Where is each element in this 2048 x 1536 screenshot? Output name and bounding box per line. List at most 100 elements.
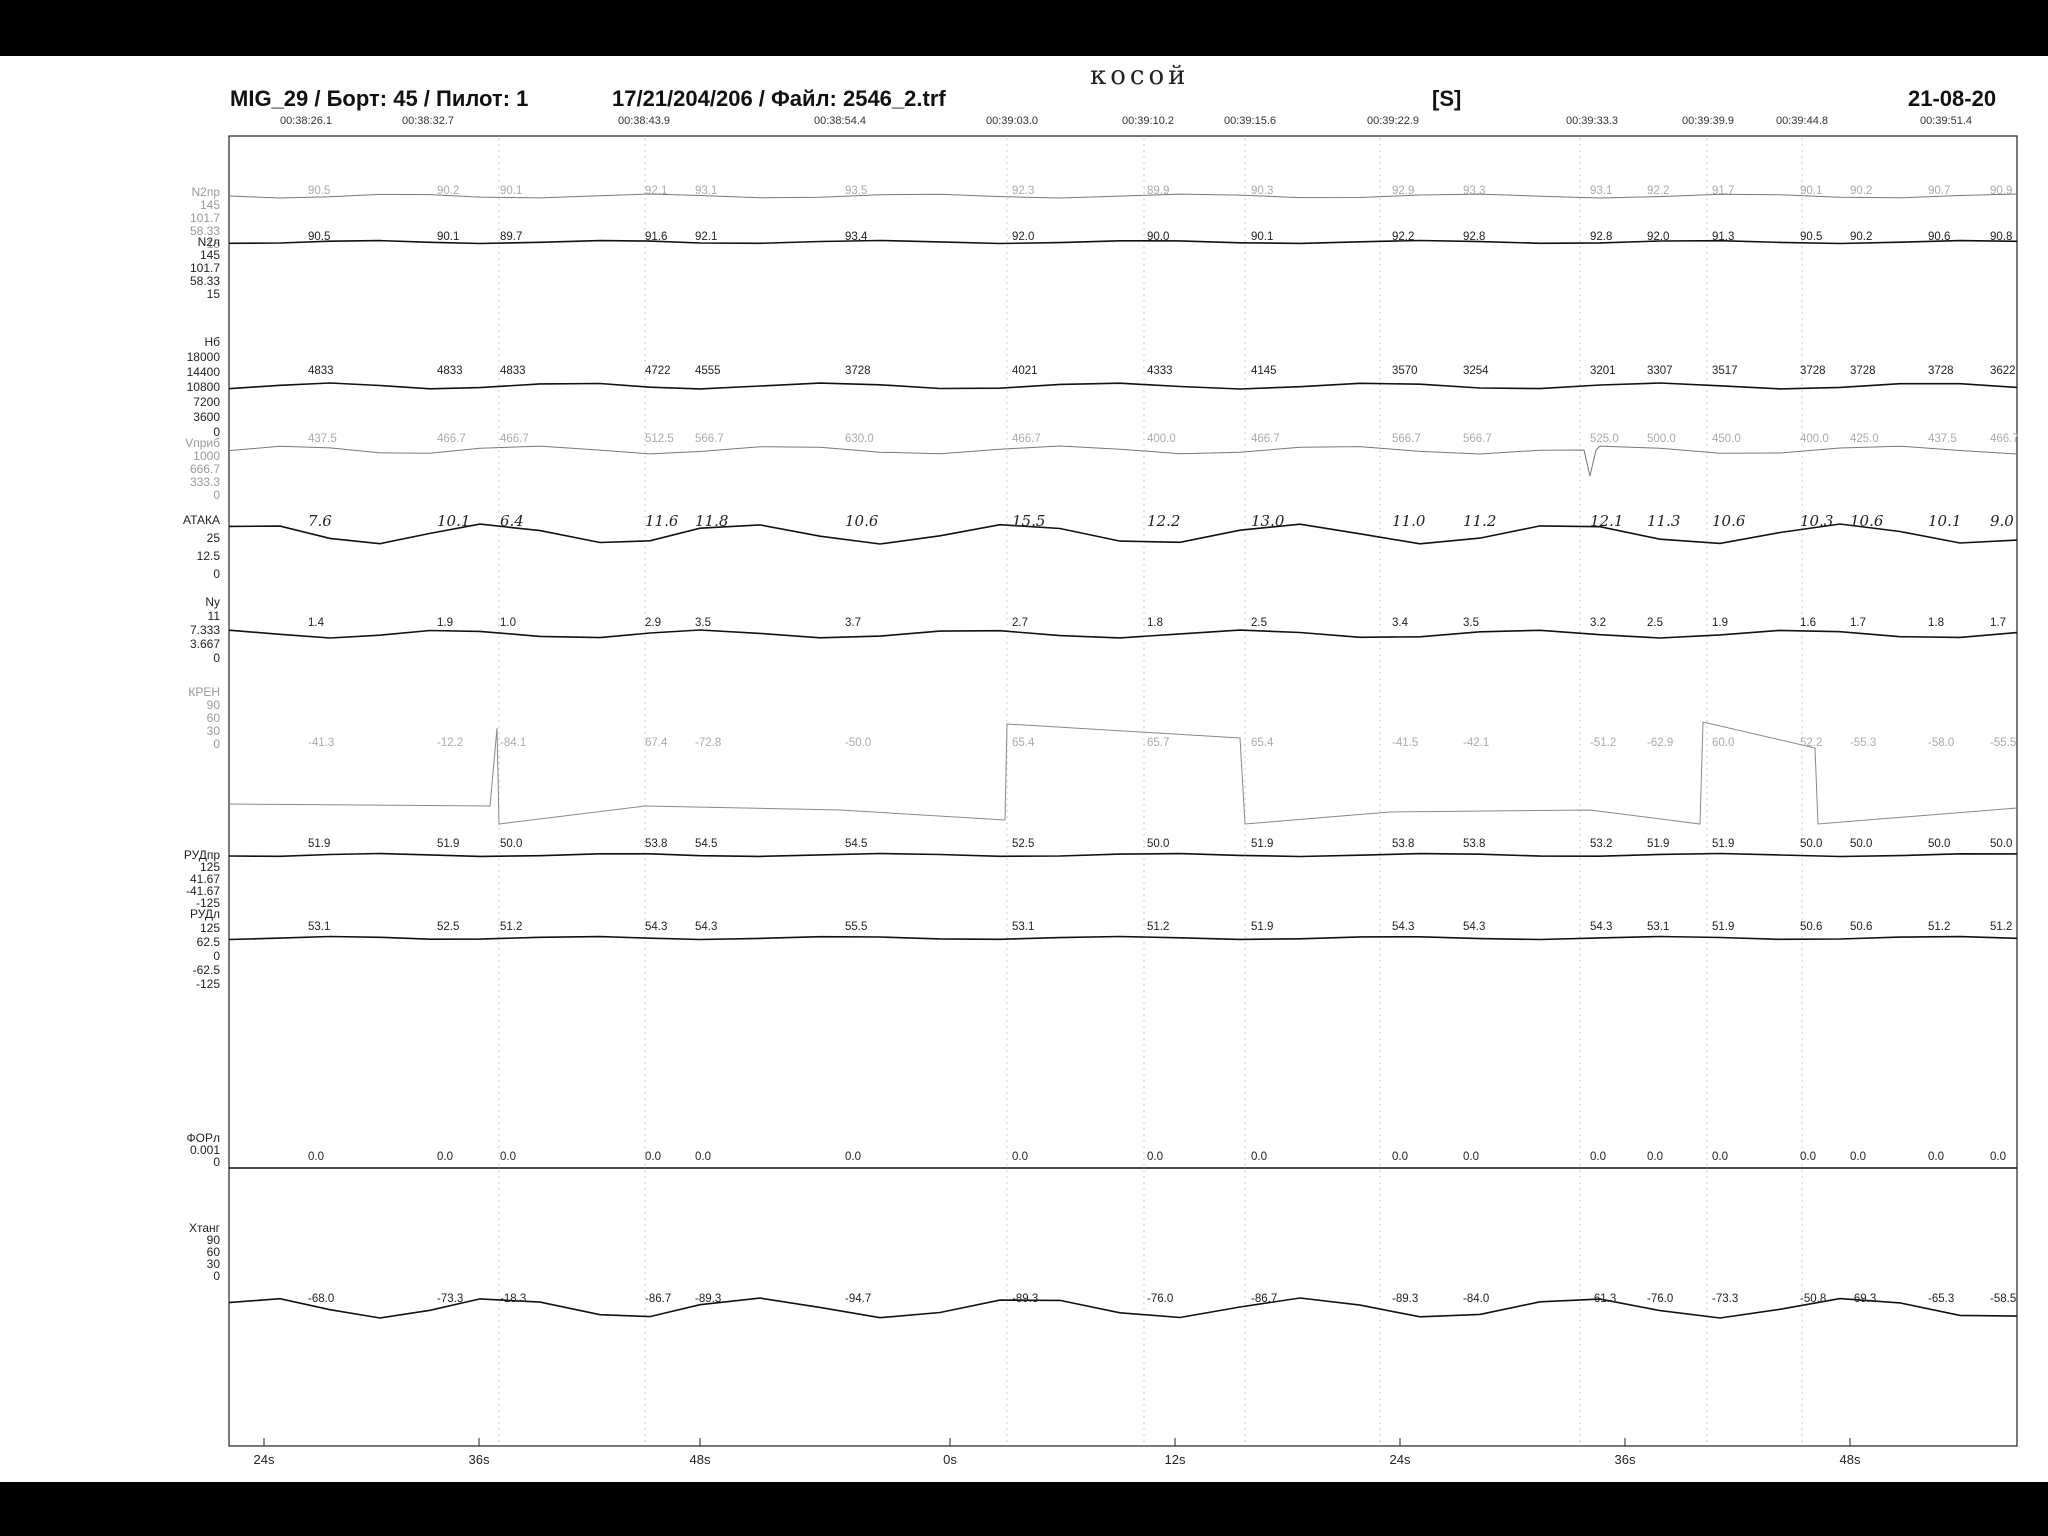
value-annotation: 53.1: [308, 921, 330, 933]
value-annotation: 51.9: [1712, 921, 1734, 933]
value-annotation: 53.1: [1647, 921, 1669, 933]
value-annotation: 54.5: [845, 838, 867, 850]
value-annotation: 3.4: [1392, 617, 1409, 629]
track-Vprib: Vприб1000666.7333.30 437.5 466.7 466.7 512.5…: [185, 433, 2019, 502]
value-annotation: -72.8: [695, 737, 721, 749]
value-annotation: 51.2: [1928, 921, 1950, 933]
x-tick-label: 48s: [690, 1452, 711, 1467]
scale-tick: 7.333: [190, 623, 220, 637]
scale-tick: 7200: [193, 395, 220, 409]
value-annotation: -51.2: [1590, 737, 1616, 749]
scale-tick: 0: [213, 488, 220, 502]
scale-tick: 25: [207, 531, 221, 545]
vertical-gridlines: [498, 138, 1803, 1444]
scale-tick: 0: [213, 651, 220, 665]
aircraft-title: MIG_29 / Борт: 45 / Пилот: 1: [230, 86, 528, 111]
value-annotation: 1.9: [1712, 617, 1728, 629]
value-annotation: 92.0: [1647, 231, 1669, 243]
track-label: АТАКА: [183, 513, 220, 527]
value-annotation: 3.7: [845, 617, 861, 629]
value-annotation: 50.0: [1800, 838, 1822, 850]
value-annotation: 91.6: [645, 231, 667, 243]
value-annotation: 437.5: [308, 433, 337, 445]
time-stamp: 00:39:22.9: [1367, 115, 1419, 127]
value-annotation: 10.6: [845, 512, 879, 530]
value-annotation: 89.9: [1147, 185, 1169, 197]
value-annotation: 51.9: [308, 838, 330, 850]
value-annotation: 50.0: [1990, 838, 2012, 850]
value-annotation: 90.5: [308, 185, 330, 197]
value-annotation: 1.8: [1147, 617, 1163, 629]
value-annotation: -89.3: [1012, 1293, 1038, 1305]
time-stamp: 00:38:32.7: [402, 115, 454, 127]
value-annotation: 10.6: [1712, 512, 1746, 530]
value-annotation: 3.5: [695, 617, 711, 629]
value-annotation: 90.1: [1251, 231, 1273, 243]
value-annotation: 0.0: [500, 1151, 516, 1163]
value-annotation: 10.3: [1800, 512, 1833, 530]
value-annotation: -89.3: [695, 1293, 721, 1305]
value-annotation: 54.3: [1392, 921, 1414, 933]
value-annotation: 7.6: [308, 512, 332, 530]
value-annotation: 0.0: [308, 1151, 324, 1163]
value-annotation: 3254: [1463, 365, 1489, 377]
value-annotation: 0.0: [1147, 1151, 1163, 1163]
value-annotation: 90.2: [437, 185, 459, 197]
value-annotation: -62.9: [1647, 737, 1673, 749]
value-annotation: 92.8: [1463, 231, 1485, 243]
value-annotation: 466.7: [1990, 433, 2019, 445]
value-annotation: 53.8: [1392, 838, 1414, 850]
value-annotation: 437.5: [1928, 433, 1957, 445]
value-annotation: 0.0: [1012, 1151, 1028, 1163]
date-label: 21-08-20: [1908, 86, 1996, 111]
track-N2l: N2л145101.758.3315 90.5 90.1 89.7 91.6 92.1 93…: [190, 231, 2018, 301]
signal-line: [228, 382, 2018, 390]
scale-tick: 1000: [193, 449, 220, 463]
value-annotation: 10.6: [1850, 512, 1884, 530]
value-annotation: -18.3: [500, 1293, 526, 1305]
value-annotation: 3201: [1590, 365, 1616, 377]
value-annotation: -55.5: [1990, 737, 2016, 749]
scale-tick: 58.33: [190, 274, 220, 288]
track-label: N2л: [198, 235, 220, 249]
mode-label: [S]: [1432, 86, 1461, 111]
value-annotation: 53.2: [1590, 838, 1612, 850]
value-annotation: 3.5: [1463, 617, 1479, 629]
value-annotation: 1.0: [500, 617, 516, 629]
value-annotation: 6.4: [500, 512, 524, 530]
signal-line: [228, 935, 2018, 941]
track-Ny: Ny117.3333.6670 1.4 1.9 1.0 2.9 3.5 3.7 2.7 1.8 2…: [190, 595, 2018, 665]
scale-tick: 666.7: [190, 462, 220, 476]
value-annotation: 54.3: [695, 921, 717, 933]
value-annotation: 1.9: [437, 617, 453, 629]
value-annotation: 52.5: [437, 921, 459, 933]
value-annotation: 0.0: [845, 1151, 861, 1163]
value-annotation: -73.3: [437, 1293, 463, 1305]
value-annotation: 90.5: [308, 231, 330, 243]
value-annotation: 55.5: [845, 921, 867, 933]
value-annotation: 50.6: [1800, 921, 1822, 933]
value-annotation: 90.0: [1147, 231, 1169, 243]
scale-tick: 0: [213, 1269, 220, 1283]
value-annotation: 93.5: [845, 185, 867, 197]
value-annotation: 51.9: [437, 838, 459, 850]
value-annotation: 4021: [1012, 365, 1038, 377]
value-annotation: 90.8: [1990, 231, 2012, 243]
value-annotation: -50.0: [845, 737, 871, 749]
value-annotation: 3517: [1712, 365, 1738, 377]
value-annotation: 90.3: [1251, 185, 1273, 197]
value-annotation: 15.5: [1012, 512, 1045, 530]
value-annotation: 54.5: [695, 838, 717, 850]
value-annotation: 51.2: [1990, 921, 2012, 933]
value-annotation: 51.2: [500, 921, 522, 933]
value-annotation: 0.0: [1850, 1151, 1866, 1163]
time-stamp: 00:38:26.1: [280, 115, 332, 127]
value-annotation: 92.2: [1647, 185, 1669, 197]
value-annotation: 1.7: [1990, 617, 2006, 629]
value-annotation: -12.2: [437, 737, 463, 749]
value-annotation: 90.6: [1928, 231, 1950, 243]
value-annotation: 466.7: [500, 433, 529, 445]
value-annotation: -55.3: [1850, 737, 1876, 749]
value-annotation: 52.2: [1800, 737, 1822, 749]
value-annotation: 91.7: [1712, 185, 1734, 197]
